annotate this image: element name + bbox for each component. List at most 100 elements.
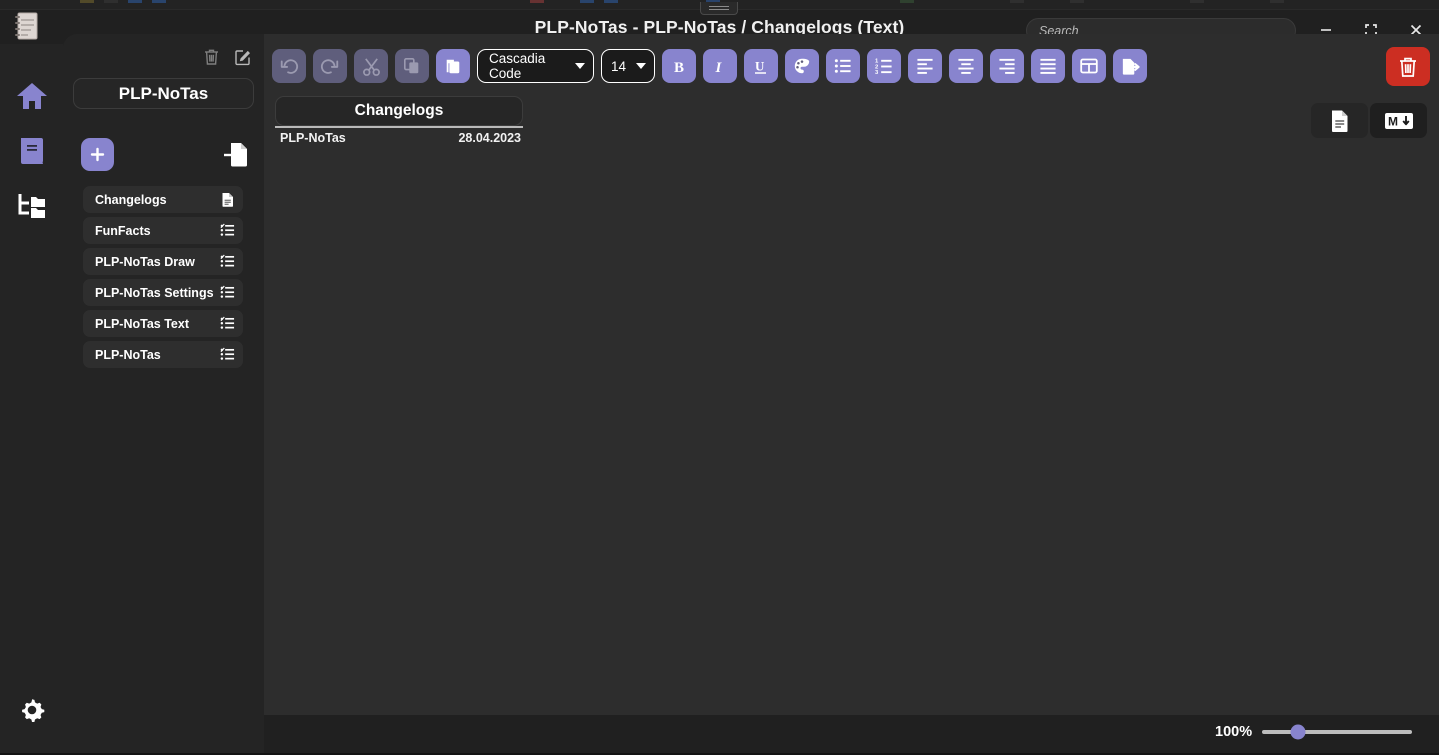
- note-list: Changelogs FunFacts PLP-NoTas Draw PLP-NoTa…: [83, 186, 243, 372]
- svg-text:I: I: [715, 60, 723, 75]
- zoom-control: 100%: [1215, 724, 1412, 740]
- zoom-level-label: 100%: [1215, 724, 1252, 740]
- gear-icon: [17, 695, 47, 725]
- align-right-icon: [998, 57, 1016, 75]
- chevron-down-icon: [636, 63, 646, 69]
- trash-icon: [203, 48, 220, 66]
- note-list-item[interactable]: Changelogs: [83, 186, 243, 213]
- list-icon: [220, 223, 235, 238]
- delete-note-button[interactable]: [1386, 47, 1430, 86]
- table-icon: [1080, 57, 1098, 75]
- note-label: PLP-NoTas: [95, 348, 161, 362]
- toolbar-export-button[interactable]: [1113, 49, 1147, 83]
- note-list-item[interactable]: PLP-NoTas Settings: [83, 279, 243, 306]
- notebook-title: PLP-NoTas: [73, 78, 254, 109]
- svg-text:M: M: [1388, 114, 1398, 128]
- add-note-button[interactable]: [81, 138, 114, 171]
- list-icon: [220, 254, 235, 269]
- markdown-icon: M: [1383, 110, 1415, 132]
- scissors-icon: [362, 57, 381, 76]
- svg-text:B: B: [674, 60, 684, 75]
- view-mode-markdown[interactable]: M: [1370, 103, 1427, 138]
- trash-icon: [1397, 55, 1419, 79]
- toolbar-table-button[interactable]: [1072, 49, 1106, 83]
- font-family-value: Cascadia Code: [489, 51, 567, 81]
- copy-icon: [403, 57, 421, 75]
- left-rail: [0, 44, 63, 755]
- toolbar-align-left-button[interactable]: [908, 49, 942, 83]
- font-size-select[interactable]: 14: [601, 49, 655, 83]
- redo-icon: [320, 56, 340, 76]
- toolbar-paste-button[interactable]: [436, 49, 470, 83]
- svg-text:3: 3: [875, 70, 879, 75]
- rail-item-home[interactable]: [0, 68, 63, 124]
- toolbar-cut-button[interactable]: [354, 49, 388, 83]
- toolbar-copy-button[interactable]: [395, 49, 429, 83]
- document-row-date: 28.04.2023: [458, 131, 521, 145]
- font-size-value: 14: [611, 59, 626, 74]
- note-list-item[interactable]: PLP-NoTas Text: [83, 310, 243, 337]
- note-type-icon: [220, 254, 235, 269]
- document-heading: Changelogs: [275, 96, 523, 126]
- rail-item-settings[interactable]: [0, 682, 63, 738]
- note-list-item[interactable]: PLP-NoTas Draw: [83, 248, 243, 275]
- document-row: PLP-NoTas 28.04.2023: [275, 128, 523, 145]
- bold-icon: B: [670, 57, 688, 75]
- sidebar-tools: [200, 46, 254, 68]
- toolbar-bullet-list-button[interactable]: [826, 49, 860, 83]
- toolbar-bold-button[interactable]: B: [662, 49, 696, 83]
- rail-item-notebooks[interactable]: [0, 123, 63, 179]
- delete-notebook-button[interactable]: [200, 46, 222, 68]
- rail-item-folder-tree[interactable]: [0, 178, 63, 234]
- document-rows: PLP-NoTas 28.04.2023: [275, 128, 523, 145]
- export-icon: [1120, 57, 1140, 76]
- note-type-icon: [220, 192, 235, 207]
- align-left-icon: [916, 57, 934, 75]
- note-type-icon: [220, 316, 235, 331]
- bullet-list-icon: [834, 57, 852, 75]
- plus-icon: [89, 146, 106, 163]
- folder-tree-icon: [16, 191, 48, 221]
- home-icon: [16, 81, 48, 111]
- zoom-slider-thumb[interactable]: [1291, 725, 1306, 740]
- edit-square-icon: [234, 48, 252, 66]
- toolbar-align-justify-button[interactable]: [1031, 49, 1065, 83]
- note-label: PLP-NoTas Settings: [95, 286, 214, 300]
- toolbar-text-color-button[interactable]: [785, 49, 819, 83]
- toolbar-underline-button[interactable]: U: [744, 49, 778, 83]
- note-type-icon: [220, 223, 235, 238]
- font-family-select[interactable]: Cascadia Code: [477, 49, 594, 83]
- toolbar-numbered-list-button[interactable]: 123: [867, 49, 901, 83]
- import-note-button[interactable]: [219, 138, 252, 171]
- document-row-name: PLP-NoTas: [280, 131, 346, 145]
- note-label: Changelogs: [95, 193, 167, 207]
- toolbar-align-right-button[interactable]: [990, 49, 1024, 83]
- note-label: PLP-NoTas Text: [95, 317, 189, 331]
- note-label: PLP-NoTas Draw: [95, 255, 195, 269]
- note-type-icon: [220, 347, 235, 362]
- note-list-item[interactable]: PLP-NoTas: [83, 341, 243, 368]
- book-icon: [18, 136, 46, 166]
- edit-notebook-button[interactable]: [232, 46, 254, 68]
- numbered-list-icon: 123: [875, 57, 893, 75]
- toolbar-redo-button[interactable]: [313, 49, 347, 83]
- list-icon: [220, 316, 235, 331]
- zoom-slider[interactable]: [1262, 730, 1412, 734]
- toolbar-align-center-button[interactable]: [949, 49, 983, 83]
- document-card: Changelogs PLP-NoTas 28.04.2023: [275, 96, 523, 145]
- app-window: PLP-NoTas - PLP-NoTas / Changelogs (Text…: [0, 0, 1439, 755]
- undo-icon: [279, 56, 299, 76]
- notes-sidebar: PLP-NoTas Changelogs FunFacts PLP-NoTas Dr…: [63, 34, 264, 755]
- view-mode-rich-text[interactable]: [1311, 103, 1368, 138]
- note-type-icon: [220, 285, 235, 300]
- note-list-item[interactable]: FunFacts: [83, 217, 243, 244]
- italic-icon: I: [711, 57, 729, 75]
- toolbar-undo-button[interactable]: [272, 49, 306, 83]
- svg-text:U: U: [755, 59, 765, 74]
- note-label: FunFacts: [95, 224, 151, 238]
- editor-toolbar: Cascadia Code 14 B I U 123: [264, 42, 1439, 90]
- toolbar-italic-button[interactable]: I: [703, 49, 737, 83]
- chevron-down-icon: [575, 63, 585, 69]
- document-icon: [220, 192, 235, 208]
- list-icon: [220, 347, 235, 362]
